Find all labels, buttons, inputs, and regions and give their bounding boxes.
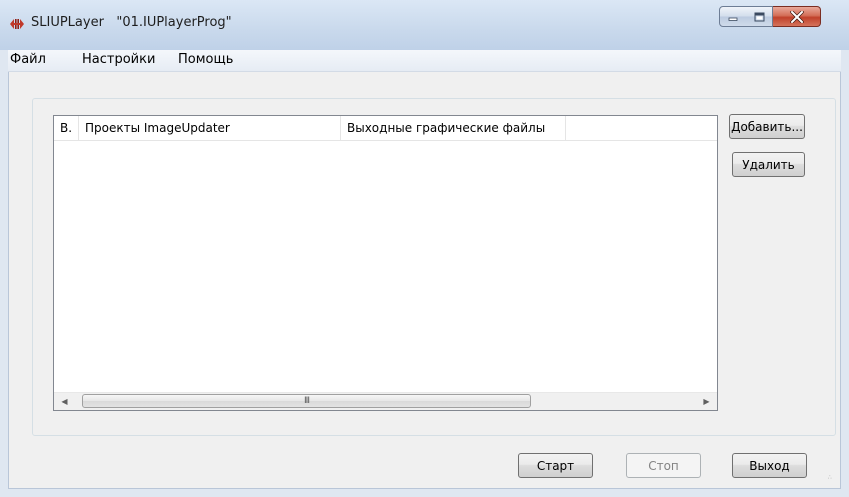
menu-help[interactable]: Помощь [178,52,233,67]
app-logo-icon [10,19,24,29]
resize-grip-icon: ∴ [828,474,832,481]
maximize-button[interactable] [746,6,773,27]
scroll-left-button[interactable]: ◀ [56,393,73,410]
client-area: В. Проекты ImageUpdater Выходные графиче… [8,72,841,489]
scrollbar-thumb[interactable]: III [82,394,531,408]
main-window: SLIUPLayer "01.IUPlayerProg" Файл Настро… [0,0,849,497]
delete-button[interactable]: Удалить [732,152,805,177]
app-name: SLIUPLayer [31,15,104,30]
menu-bar: Файл Настройки Помощь [8,50,841,72]
add-button[interactable]: Добавить... [729,114,805,139]
projects-list[interactable]: В. Проекты ImageUpdater Выходные графиче… [53,115,718,411]
minimize-button[interactable] [719,6,747,27]
horizontal-scrollbar[interactable]: ◀ III ▶ [54,392,717,410]
exit-button[interactable]: Выход [732,453,807,478]
title-bar[interactable]: SLIUPLayer "01.IUPlayerProg" [0,0,849,50]
close-icon [789,10,804,23]
window-controls [719,6,839,28]
list-header: В. Проекты ImageUpdater Выходные графиче… [54,116,717,141]
column-header-output-files[interactable]: Выходные графические файлы [341,116,566,140]
project-name: "01.IUPlayerProg" [116,15,232,30]
projects-group: В. Проекты ImageUpdater Выходные графиче… [32,98,836,436]
stop-button: Стоп [626,453,701,478]
scrollbar-grip: III [304,396,310,406]
start-button[interactable]: Старт [518,453,593,478]
close-button[interactable] [773,6,821,27]
maximize-icon [754,12,764,21]
minimize-icon [728,17,738,21]
menu-file[interactable]: Файл [10,52,46,67]
scroll-right-icon: ▶ [703,397,710,406]
menu-settings[interactable]: Настройки [82,52,155,67]
window-title: SLIUPLayer "01.IUPlayerProg" [31,15,232,30]
scroll-left-icon: ◀ [61,397,68,406]
resize-grip[interactable]: ∴ [828,474,838,486]
scroll-right-button[interactable]: ▶ [698,393,715,410]
column-header-v[interactable]: В. [54,116,79,140]
column-header-projects[interactable]: Проекты ImageUpdater [79,116,341,140]
